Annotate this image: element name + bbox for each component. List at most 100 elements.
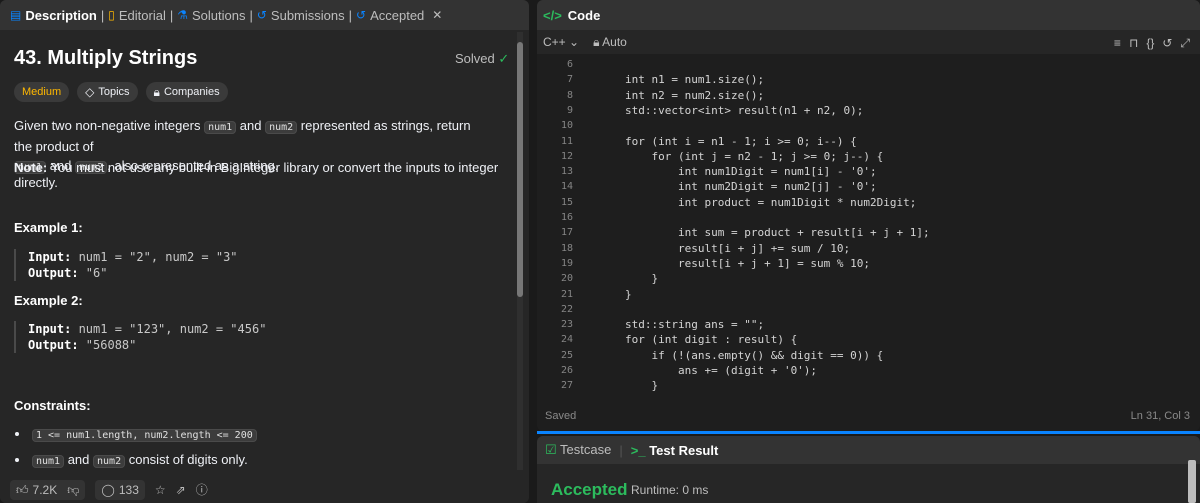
constraint-item: num1 and num2 consist of digits only. (30, 450, 257, 472)
description-footer: 👍︎ 7.2K 👎︎ ◯ 133 ☆ ⇗ ⓘ (0, 476, 529, 503)
thumbs-down-icon[interactable]: 👎︎ (67, 484, 79, 496)
problem-title: 43. Multiply Strings (14, 47, 198, 69)
line-number: 21 (560, 288, 573, 300)
example1-block: Input: num1 = "2", num2 = "3" Output: "6… (14, 249, 414, 281)
line-number: 16 (560, 212, 573, 223)
code-icon: </> (543, 7, 562, 23)
result-panel: ☑ Testcase | >_ Test Result Accepted Run… (537, 436, 1200, 503)
code-line: } (625, 287, 632, 301)
mode-select[interactable]: 🔒︎ Auto (593, 35, 627, 50)
line-number: 15 (560, 196, 573, 208)
reset-icon[interactable]: ↺ (1162, 36, 1172, 51)
like-button[interactable]: 👍︎ 7.2K 👎︎ (10, 479, 86, 500)
tab-submissions-label: Submissions (270, 7, 345, 23)
code-line: int n1 = num1.size(); (625, 73, 765, 87)
comment-count: 133 (118, 482, 139, 497)
result-status: Accepted (551, 480, 628, 499)
expand-icon[interactable]: ⤢ (1180, 36, 1190, 51)
line-number: 7 (566, 74, 573, 86)
companies-label: Companies (163, 86, 220, 98)
lock-icon: 🔒︎ (593, 34, 600, 49)
code-editor[interactable]: 6 7 int n1 = num1.size(); 8 int n2 = num2.si… (537, 54, 1200, 394)
flask-icon: ⚗ (177, 8, 188, 22)
close-icon[interactable]: ✕ (432, 9, 442, 21)
star-icon[interactable]: ☆ (155, 484, 166, 496)
comments-button[interactable]: ◯ 133 (95, 479, 145, 500)
history-icon: ↺ (356, 8, 367, 22)
code-line: int n2 = num2.size(); (625, 88, 765, 102)
language-select[interactable]: C++ ⌄ (543, 35, 579, 49)
tab-accepted[interactable]: ↺ Accepted ✕ (352, 8, 446, 23)
check-circle-icon: ✓ (498, 51, 510, 66)
example2-block: Input: num1 = "123", num2 = "456" Output… (14, 321, 414, 353)
code-line: std::vector<int> result(n1 + n2, 0); (625, 103, 864, 117)
tab-testcase[interactable]: ☑ Testcase (545, 442, 611, 458)
constraints-list: 1 <= num1.length, num2.length <= 200 num… (14, 424, 257, 472)
book-icon: ▯ (108, 8, 115, 22)
cursor-position: Ln 31, Col 3 (1130, 410, 1190, 422)
line-number: 26 (560, 365, 573, 376)
code-line: int num2Digit = num2[j] - '0'; (625, 180, 877, 194)
panel-resize-handle[interactable] (537, 431, 1200, 434)
line-number: 25 (560, 349, 573, 361)
thumbs-up-icon: 👍︎ (16, 482, 29, 497)
help-icon[interactable]: ⓘ (196, 484, 208, 496)
tab-test-result[interactable]: >_ Test Result (631, 443, 719, 458)
example2-title: Example 2: (14, 293, 83, 308)
line-number: 13 (560, 166, 573, 178)
code-line: int num1Digit = num1[i] - '0'; (625, 165, 877, 179)
terminal-icon: >_ (630, 442, 646, 458)
code-panel: </> Code C++ ⌄ 🔒︎ Auto ≡ ⊓ {} ↺ ⤢ 6 7 int … (537, 0, 1200, 431)
tab-editorial-label: Editorial (118, 7, 166, 23)
line-number: 19 (560, 257, 573, 269)
history-icon: ↺ (256, 8, 267, 22)
problem-tags: Medium ◇ Topics 🔒︎ Companies (14, 82, 228, 102)
tab-description[interactable]: ▤ Description (6, 8, 101, 23)
comment-icon: ◯ (101, 482, 115, 497)
code-line: for (int j = n2 - 1; j >= 0; j--) { (625, 149, 884, 163)
line-number: 10 (560, 120, 573, 132)
format-icon[interactable]: ≡ (1114, 36, 1121, 51)
code-line: for (int i = n1 - 1; i >= 0; i--) { (625, 134, 857, 148)
difficulty-badge[interactable]: Medium (14, 82, 70, 102)
constraints-title: Constraints: (14, 398, 91, 413)
runtime-label: Runtime: 0 ms (631, 483, 709, 497)
topics-tag[interactable]: ◇ Topics (77, 82, 138, 102)
result-tab-bar: ☑ Testcase | >_ Test Result (537, 436, 1200, 464)
code-line: std::string ans = ""; (625, 318, 765, 332)
braces-icon[interactable]: {} (1146, 36, 1154, 51)
share-icon[interactable]: ⇗ (176, 484, 186, 496)
description-panel: ▤ Description | ▯ Editorial | ⚗ Solution… (0, 0, 529, 503)
code-line: result[i + j] += sum / 10; (625, 241, 851, 255)
code-line: ans += (digit + '0'); (625, 364, 818, 377)
line-number: 11 (560, 135, 573, 147)
problem-note: Note: You must not use any built-in BigI… (14, 160, 499, 190)
topics-label: Topics (98, 86, 130, 98)
checkbox-icon: ☑ (545, 442, 557, 457)
tab-solutions[interactable]: ⚗ Solutions (173, 8, 249, 23)
chevron-down-icon: ⌄ (569, 35, 580, 49)
saved-status: Saved (545, 410, 577, 422)
line-number: 18 (560, 242, 573, 254)
example1-title: Example 1: (14, 220, 83, 235)
code-line: int product = num1Digit * num2Digit; (625, 195, 917, 209)
tab-submissions[interactable]: ↺ Submissions (253, 8, 349, 23)
description-scrollbar[interactable] (517, 32, 523, 470)
like-count: 7.2K (32, 482, 58, 497)
line-number: 14 (560, 181, 573, 193)
scrollbar-thumb[interactable] (517, 42, 523, 297)
result-scrollbar[interactable] (1188, 460, 1196, 503)
editor-toolbar: C++ ⌄ 🔒︎ Auto (537, 30, 1200, 54)
line-number: 23 (560, 319, 573, 331)
line-number: 22 (560, 303, 573, 315)
solved-label: Solved (455, 51, 495, 66)
line-number: 17 (560, 227, 573, 239)
bookmark-icon[interactable]: ⊓ (1129, 36, 1138, 51)
companies-tag[interactable]: 🔒︎ Companies (145, 82, 228, 102)
tab-editorial[interactable]: ▯ Editorial (104, 8, 170, 23)
code-line: if (!(ans.empty() && digit == 0)) { (625, 348, 884, 362)
code-panel-title: Code (567, 7, 601, 23)
code-line: int sum = product + result[i + j + 1]; (625, 226, 930, 240)
constraint-item: 1 <= num1.length, num2.length <= 200 (30, 424, 257, 446)
code-line: for (int digit : result) { (625, 333, 798, 347)
